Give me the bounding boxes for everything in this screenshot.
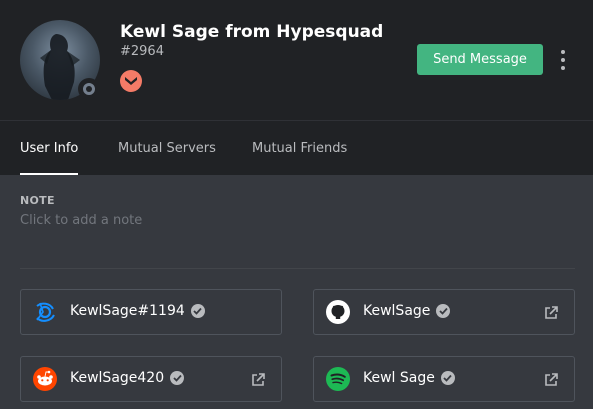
github-icon [326, 300, 350, 324]
discriminator: #2964 [120, 44, 164, 59]
profile-header: Kewl Sage from Hypesquad #2964 Send Mess… [0, 0, 593, 120]
connection-github[interactable]: KewlSage [313, 289, 575, 335]
connection-name: Kewl Sage [363, 370, 455, 386]
connection-label: KewlSage420 [70, 370, 165, 386]
connection-battlenet[interactable]: KewlSage#1194 [20, 289, 282, 335]
username: Kewl Sage from Hypesquad [120, 22, 384, 42]
connection-name: KewlSage420 [70, 370, 185, 386]
verified-check-icon [190, 304, 205, 318]
reddit-icon [33, 367, 57, 391]
connection-name: KewlSage#1194 [70, 303, 205, 319]
verified-check-icon [440, 371, 455, 385]
tab-user-info[interactable]: User Info [20, 121, 79, 175]
connection-name: KewlSage [363, 303, 451, 319]
verified-check-icon [436, 304, 451, 318]
connection-label: Kewl Sage [363, 370, 435, 386]
note-label: NOTE [20, 194, 55, 207]
tab-mutual-servers[interactable]: Mutual Servers [118, 121, 216, 175]
note-input[interactable]: Click to add a note [20, 213, 420, 231]
status-indicator [78, 78, 100, 100]
connection-label: KewlSage [363, 303, 431, 319]
spotify-icon [326, 367, 350, 391]
dot [561, 50, 565, 54]
connection-spotify[interactable]: Kewl Sage [313, 356, 575, 402]
external-link-icon[interactable] [251, 372, 265, 386]
dot [561, 58, 565, 62]
more-options-icon[interactable] [556, 50, 570, 70]
verified-check-icon [170, 371, 185, 385]
avatar[interactable] [20, 20, 100, 100]
external-link-icon[interactable] [544, 372, 558, 386]
connection-label: KewlSage#1194 [70, 303, 185, 319]
profile-tabs: User Info Mutual Servers Mutual Friends [0, 120, 593, 175]
hypesquad-badge-icon[interactable] [120, 70, 142, 92]
offline-status-icon [83, 83, 95, 95]
divider [20, 268, 575, 269]
send-message-button[interactable]: Send Message [417, 44, 543, 75]
external-link-icon[interactable] [544, 305, 558, 319]
dot [561, 66, 565, 70]
tab-mutual-friends[interactable]: Mutual Friends [252, 121, 347, 175]
battlenet-icon [33, 300, 57, 324]
connection-reddit[interactable]: KewlSage420 [20, 356, 282, 402]
